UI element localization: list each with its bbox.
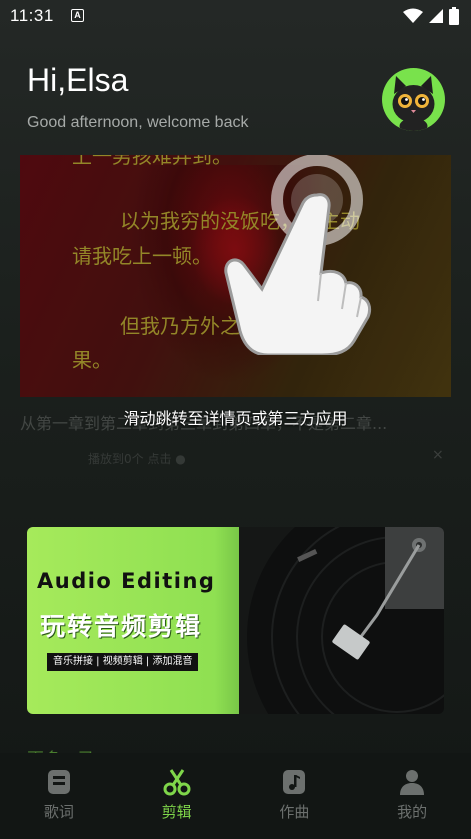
bottom-nav: 歌词 剪辑 作曲 我的	[0, 753, 471, 839]
nav-item-profile[interactable]: 我的	[353, 753, 471, 839]
audio-editing-banner[interactable]: Audio Editing 玩转音频剪辑 音乐拼接 | 视频剪辑 | 添加混音	[27, 527, 444, 714]
signal-icon	[429, 9, 443, 23]
vinyl-record-icon	[247, 527, 444, 714]
nav-label: 我的	[397, 803, 428, 821]
scissors-icon	[163, 769, 191, 796]
music-note-icon	[283, 770, 306, 794]
nav-item-compose[interactable]: 作曲	[236, 753, 354, 839]
lyrics-icon	[47, 770, 70, 794]
wifi-icon	[403, 8, 423, 23]
nav-label: 剪辑	[161, 803, 192, 821]
greeting-title: Hi,Elsa	[27, 62, 129, 98]
nav-label: 歌词	[43, 803, 74, 821]
card-meta: 播放到0个 点击 ●	[88, 452, 186, 466]
nav-item-lyrics[interactable]: 歌词	[0, 753, 118, 839]
banner-tags: 音乐拼接 | 视频剪辑 | 添加混音	[47, 653, 199, 671]
battery-icon	[449, 7, 459, 25]
status-indicator-icon: A	[71, 9, 84, 22]
status-icons	[403, 6, 459, 26]
banner-title-en: Audio Editing	[37, 569, 216, 593]
swipe-hint: 滑动跳转至详情页或第三方应用	[123, 409, 348, 428]
status-bar: 11:31 A	[0, 0, 471, 34]
banner-title-cn: 玩转音频剪辑	[40, 612, 203, 641]
greeting-subtitle: Good afternoon, welcome back	[27, 114, 249, 131]
nav-item-edit[interactable]: 剪辑	[118, 753, 236, 839]
status-time: 11:31	[10, 6, 54, 25]
profile-icon	[400, 770, 425, 795]
nav-label: 作曲	[279, 803, 310, 821]
cat-avatar-icon	[392, 76, 435, 131]
card-close-icon[interactable]: ×	[432, 447, 444, 463]
swipe-hand-icon	[224, 155, 372, 355]
avatar[interactable]	[382, 68, 445, 131]
